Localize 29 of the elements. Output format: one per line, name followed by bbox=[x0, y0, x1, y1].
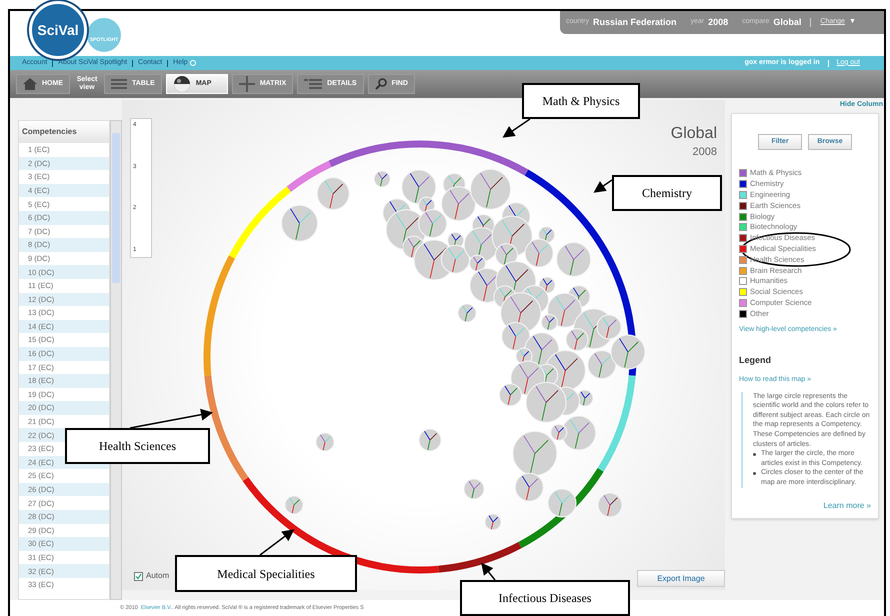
bullet-icon bbox=[753, 472, 756, 476]
map-year: 2008 bbox=[692, 145, 717, 160]
export-button[interactable]: Export Image bbox=[637, 570, 725, 587]
map-title: Global bbox=[670, 124, 717, 144]
list-icon bbox=[111, 78, 127, 90]
callout-label: Medical Specialities bbox=[175, 555, 357, 592]
help-icon bbox=[190, 60, 196, 66]
learn-more-link[interactable]: Learn more » bbox=[823, 500, 871, 512]
legend-title: Legend bbox=[739, 354, 772, 367]
list-title: Competencies bbox=[19, 121, 109, 143]
context-value: 2008 bbox=[708, 16, 728, 29]
callout-arrow bbox=[260, 529, 294, 556]
callout-label: Infectious Diseases bbox=[460, 580, 630, 616]
callout-label: Health Sciences bbox=[65, 428, 210, 464]
callout-label: Math & Physics bbox=[522, 83, 640, 119]
callout-arrow bbox=[481, 562, 496, 580]
list-icon bbox=[304, 78, 322, 90]
context-value: Russian Federation bbox=[592, 16, 676, 29]
checkbox[interactable] bbox=[134, 572, 143, 580]
callout-label: Chemistry bbox=[612, 175, 722, 211]
checkbox-label: Autom bbox=[146, 570, 170, 582]
home-icon bbox=[23, 78, 37, 90]
globe-icon bbox=[172, 75, 191, 93]
callout-arrow bbox=[502, 118, 530, 138]
bullet-icon bbox=[753, 453, 756, 456]
plus-icon bbox=[238, 76, 255, 92]
callout-arrow bbox=[594, 179, 612, 193]
context-value: Global bbox=[773, 16, 802, 29]
search-icon bbox=[374, 78, 387, 90]
